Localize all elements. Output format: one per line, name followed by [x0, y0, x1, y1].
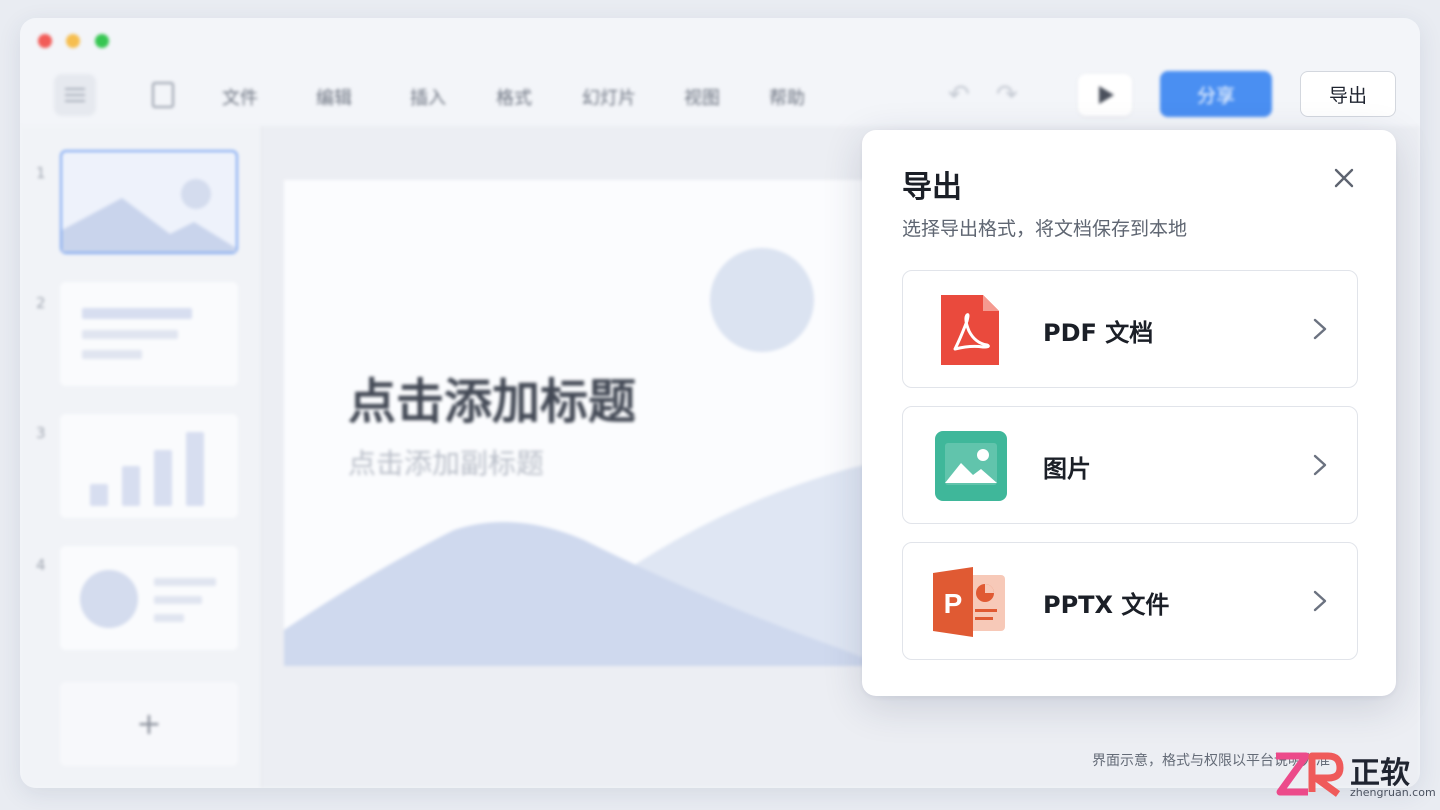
chevron-right-icon — [1313, 454, 1327, 476]
slide-number: 1 — [36, 164, 46, 182]
chevron-right-icon — [1313, 318, 1327, 340]
watermark-logo: 正软 zhengruan.com — [1272, 748, 1436, 804]
export-option-label: PDF 文档 — [1043, 319, 1154, 347]
close-icon[interactable] — [1328, 162, 1360, 194]
menu-toggle-icon[interactable] — [54, 74, 96, 116]
export-button[interactable]: 导出 — [1300, 71, 1396, 117]
slide-subtitle-placeholder[interactable]: 点击添加副标题 — [348, 442, 544, 482]
zr-logo-icon — [1276, 752, 1344, 797]
dialog-subtitle: 选择导出格式，将文档保存到本地 — [902, 218, 1188, 240]
export-dialog: 导出 选择导出格式，将文档保存到本地 PDF 文档 图片 P PPTX 文件 — [862, 130, 1396, 696]
menu-file[interactable]: 文件 — [222, 84, 258, 110]
play-icon — [1099, 86, 1114, 104]
export-option-image[interactable]: 图片 — [902, 406, 1358, 524]
document-icon[interactable] — [152, 82, 174, 108]
export-option-pdf[interactable]: PDF 文档 — [902, 270, 1358, 388]
slide-number: 3 — [36, 424, 46, 442]
slide-sidebar: 1 2 3 4 + — [20, 126, 262, 788]
pptx-icon: P — [933, 567, 1005, 637]
close-window-button[interactable] — [38, 34, 52, 48]
title-bar — [20, 18, 1420, 66]
maximize-window-button[interactable] — [95, 34, 109, 48]
redo-icon[interactable]: ↷ — [996, 80, 1018, 110]
landscape-thumbnail-graphic — [62, 179, 236, 252]
watermark-url: zhengruan.com — [1350, 786, 1436, 799]
play-button[interactable] — [1078, 74, 1132, 116]
slide-title-placeholder[interactable]: 点击添加标题 — [348, 362, 636, 432]
menu-edit[interactable]: 编辑 — [316, 84, 352, 110]
export-option-label: PPTX 文件 — [1043, 591, 1170, 619]
menu-insert[interactable]: 插入 — [410, 84, 446, 110]
slide-thumbnail-3[interactable] — [60, 414, 238, 518]
chevron-right-icon — [1313, 590, 1327, 612]
menu-format[interactable]: 格式 — [496, 84, 532, 110]
pdf-icon — [941, 295, 999, 365]
slide-thumbnail-1[interactable] — [60, 150, 238, 254]
slide-number: 2 — [36, 294, 46, 312]
export-option-label: 图片 — [1043, 455, 1091, 483]
slide-thumbnail-2[interactable] — [60, 282, 238, 386]
slide-number: 4 — [36, 556, 46, 574]
undo-icon[interactable]: ↶ — [948, 80, 970, 110]
add-slide-button[interactable]: + — [60, 682, 238, 766]
image-icon — [935, 431, 1007, 501]
minimize-window-button[interactable] — [66, 34, 80, 48]
menu-slide[interactable]: 幻灯片 — [582, 84, 636, 110]
slide-thumbnail-4[interactable] — [60, 546, 238, 650]
share-button[interactable]: 分享 — [1160, 71, 1272, 117]
menu-help[interactable]: 帮助 — [769, 84, 805, 110]
toolbar: 文件 编辑 插入 格式 幻灯片 视图 帮助 ↶ ↷ 分享 — [20, 66, 1420, 126]
export-option-pptx[interactable]: P PPTX 文件 — [902, 542, 1358, 660]
dialog-title: 导出 — [902, 170, 962, 205]
svg-text:P: P — [944, 588, 963, 619]
menu-view[interactable]: 视图 — [684, 84, 720, 110]
